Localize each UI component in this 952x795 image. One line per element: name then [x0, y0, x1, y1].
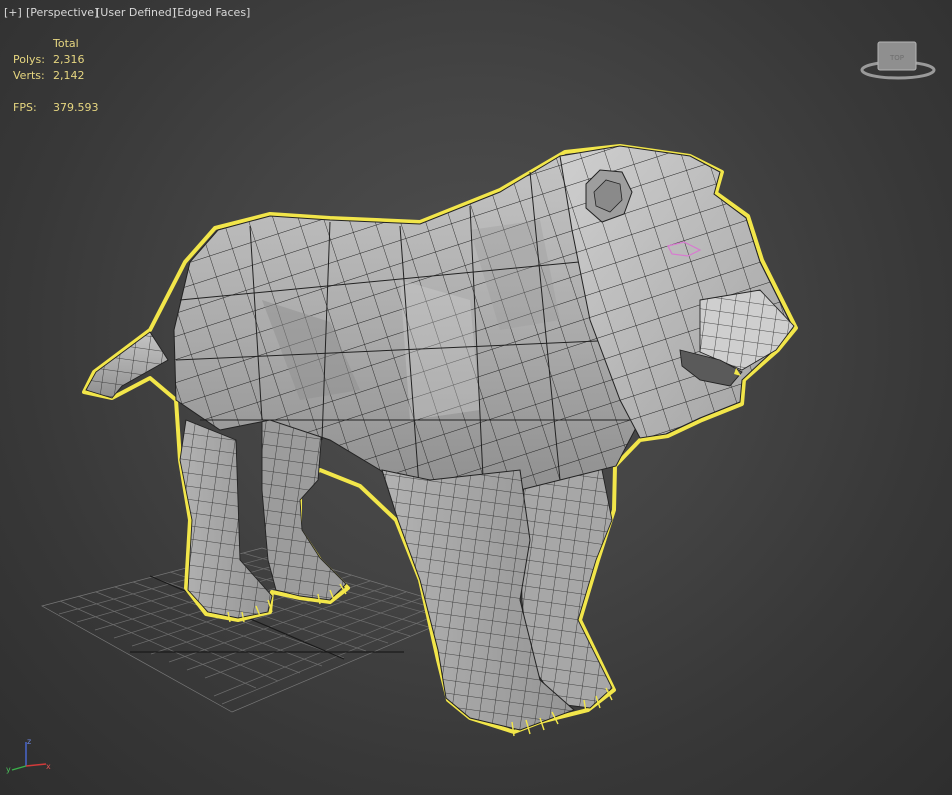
perspective-viewport[interactable]: [+] [Perspective] [User Defined] [Edged …	[0, 0, 952, 795]
axis-y-label: y	[6, 765, 11, 774]
axis-x-label: x	[46, 762, 51, 771]
scene-canvas[interactable]	[0, 0, 952, 795]
axis-x-line	[25, 763, 47, 767]
tiger-mesh[interactable]	[82, 144, 798, 737]
viewcube-face-label: TOP	[889, 54, 904, 62]
axis-z-label: z	[27, 737, 31, 746]
axis-tripod: z x y	[6, 737, 51, 774]
viewcube[interactable]: TOP	[858, 36, 938, 84]
ground-grid	[41, 547, 472, 713]
axis-y-line	[11, 765, 27, 771]
